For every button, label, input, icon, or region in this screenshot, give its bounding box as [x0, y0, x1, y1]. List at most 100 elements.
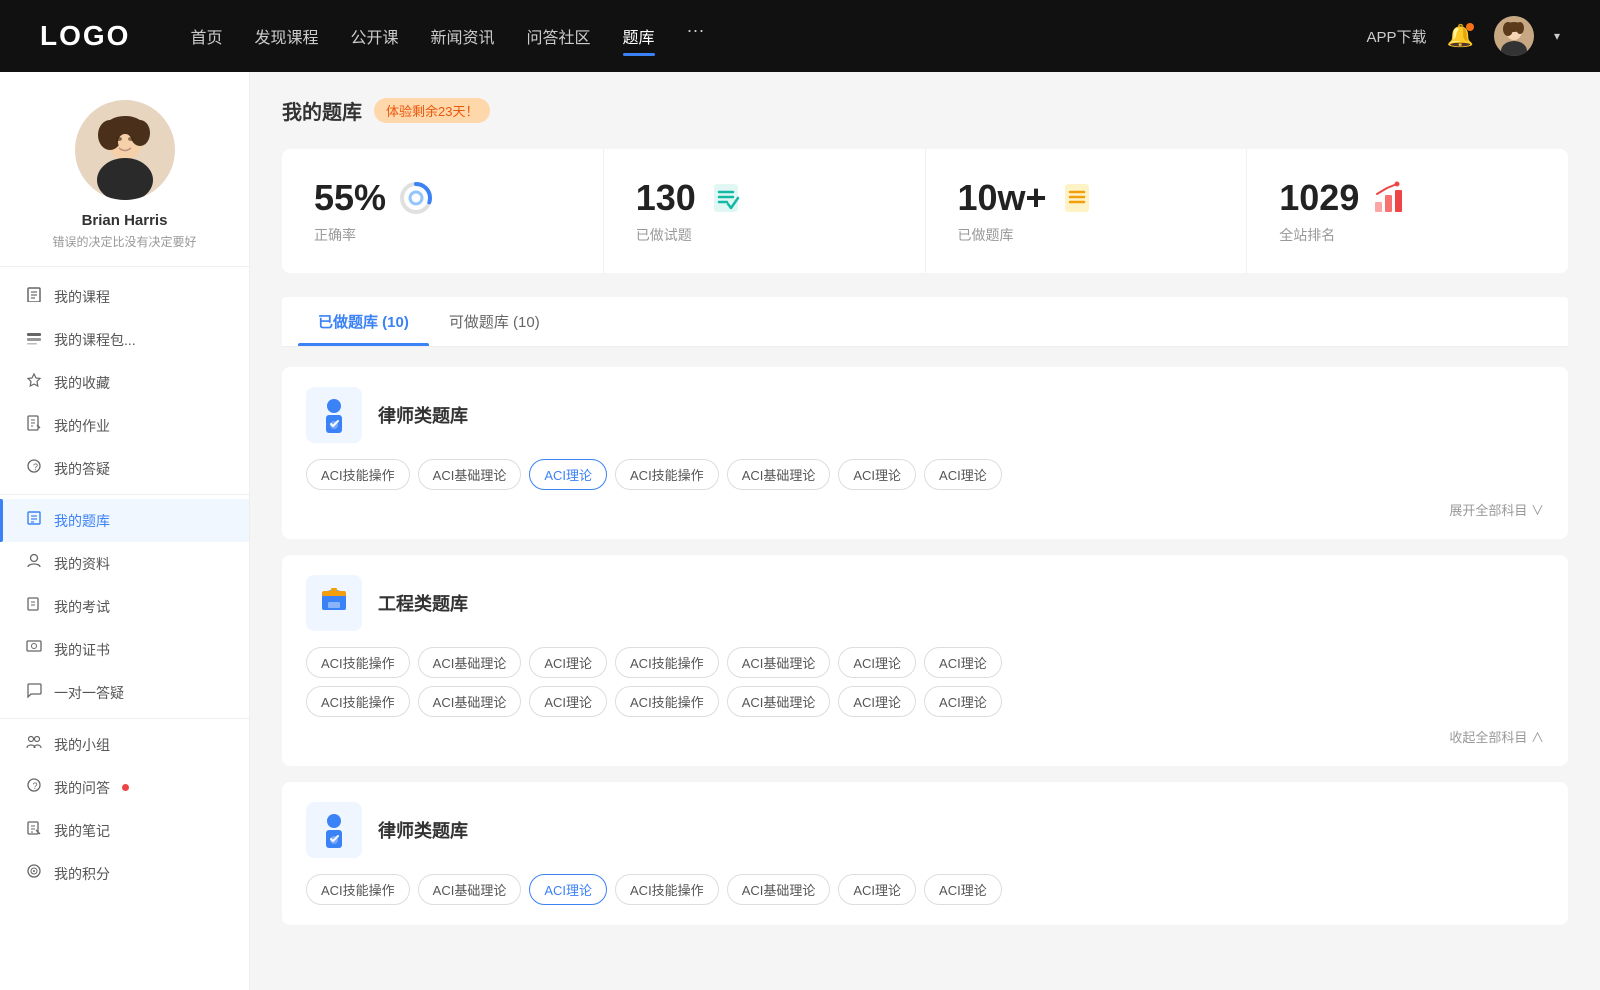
bank-tags-row2: ACI技能操作 ACI基础理论 ACI理论 ACI技能操作 ACI基础理论 AC… — [306, 686, 1544, 717]
sidebar-item-notes[interactable]: 我的笔记 — [0, 809, 249, 852]
bank-section-lawyer-2: 律师类题库 ACI技能操作 ACI基础理论 ACI理论 ACI技能操作 ACI基… — [282, 782, 1568, 925]
sidebar-item-profile[interactable]: 我的资料 — [0, 542, 249, 585]
sidebar-item-course-pkg[interactable]: 我的课程包... — [0, 318, 249, 361]
nav-app-download[interactable]: APP下载 — [1367, 26, 1427, 47]
sidebar-item-homework[interactable]: 我的作业 — [0, 404, 249, 447]
bank-tag[interactable]: ACI基础理论 — [418, 874, 522, 905]
main-content: 我的题库 体验剩余23天！ 55% 正确率 — [250, 72, 1600, 990]
bank-tag[interactable]: ACI理论 — [529, 647, 607, 678]
profile-motto: 错误的决定比没有决定要好 — [52, 233, 196, 250]
stat-done-banks-label: 已做题库 — [958, 225, 1215, 245]
nav-right: APP下载 🔔 ▾ — [1367, 16, 1560, 56]
bank-tag[interactable]: ACI理论 — [529, 686, 607, 717]
bank-tag[interactable]: ACI技能操作 — [306, 686, 410, 717]
sidebar-item-1on1[interactable]: 一对一答疑 — [0, 671, 249, 714]
stat-accuracy-label: 正确率 — [314, 225, 571, 245]
page-title: 我的题库 — [282, 96, 362, 125]
group-icon — [24, 734, 44, 755]
nav-avatar[interactable] — [1494, 16, 1534, 56]
questions-icon: ? — [24, 777, 44, 798]
bank-tag[interactable]: ACI理论 — [838, 874, 916, 905]
bank-tag[interactable]: ACI技能操作 — [306, 459, 410, 490]
exam-icon — [24, 596, 44, 617]
bank-tag[interactable]: ACI基础理论 — [418, 686, 522, 717]
sidebar-item-label: 我的题库 — [54, 511, 110, 531]
engineer-svg-icon — [314, 583, 354, 623]
sidebar-item-exam[interactable]: 我的考试 — [0, 585, 249, 628]
cert-icon — [24, 639, 44, 660]
bank-tags-row1: ACI技能操作 ACI基础理论 ACI理论 ACI技能操作 ACI基础理论 AC… — [306, 647, 1544, 678]
rank-icon — [1371, 180, 1407, 216]
favorites-icon — [24, 372, 44, 393]
sidebar-item-qa[interactable]: ? 我的答疑 — [0, 447, 249, 490]
sidebar-item-questions[interactable]: ? 我的问答 — [0, 766, 249, 809]
nav-bell-button[interactable]: 🔔 — [1447, 23, 1474, 49]
menu-divider — [0, 494, 249, 495]
menu-divider2 — [0, 718, 249, 719]
sidebar-item-favorites[interactable]: 我的收藏 — [0, 361, 249, 404]
sidebar-item-label: 我的考试 — [54, 597, 110, 617]
expand-link[interactable]: 展开全部科目 ∨ — [1449, 500, 1544, 519]
collapse-link[interactable]: 收起全部科目 ∧ — [1449, 727, 1544, 746]
stat-done-banks-value: 10w+ — [958, 177, 1047, 219]
nav-caret-icon[interactable]: ▾ — [1554, 29, 1560, 43]
nav-open-course[interactable]: 公开课 — [350, 20, 398, 52]
bank-tag[interactable]: ACI基础理论 — [727, 874, 831, 905]
bank-tag-active[interactable]: ACI理论 — [529, 459, 607, 490]
bank-tag[interactable]: ACI技能操作 — [615, 874, 719, 905]
stat-rank-value: 1029 — [1279, 177, 1359, 219]
stat-rank: 1029 全站排名 — [1247, 149, 1568, 273]
bank-header: 工程类题库 — [306, 575, 1544, 631]
bank-tag[interactable]: ACI技能操作 — [615, 686, 719, 717]
qa-icon: ? — [24, 458, 44, 479]
nav-home[interactable]: 首页 — [190, 20, 222, 52]
bank-tag[interactable]: ACI基础理论 — [727, 647, 831, 678]
stat-done-questions: 130 已做试题 — [604, 149, 926, 273]
points-icon — [24, 863, 44, 884]
sidebar-item-cert[interactable]: 我的证书 — [0, 628, 249, 671]
bank-tag[interactable]: ACI技能操作 — [615, 647, 719, 678]
homework-icon — [24, 415, 44, 436]
nav-news[interactable]: 新闻资讯 — [431, 20, 495, 52]
bank-title: 律师类题库 — [378, 402, 468, 428]
bank-tag[interactable]: ACI理论 — [838, 459, 916, 490]
bank-tag[interactable]: ACI理论 — [838, 647, 916, 678]
bank-tag[interactable]: ACI理论 — [838, 686, 916, 717]
tab-done[interactable]: 已做题库 (10) — [298, 297, 429, 346]
tab-available[interactable]: 可做题库 (10) — [429, 297, 560, 346]
bank-icon-lawyer2 — [306, 802, 362, 858]
bank-tag[interactable]: ACI理论 — [924, 459, 1002, 490]
sidebar-menu: 我的课程 我的课程包... 我的收藏 我的作业 — [0, 267, 249, 903]
nav-bank[interactable]: 题库 — [623, 20, 655, 52]
stat-done-banks: 10w+ 已做题库 — [926, 149, 1248, 273]
bank-tag[interactable]: ACI理论 — [924, 874, 1002, 905]
stat-top: 130 — [636, 177, 893, 219]
bank-tag[interactable]: ACI理论 — [924, 647, 1002, 678]
notes-icon — [24, 820, 44, 841]
sidebar-item-my-courses[interactable]: 我的课程 — [0, 275, 249, 318]
bank-title: 律师类题库 — [378, 817, 468, 843]
bank-tag[interactable]: ACI基础理论 — [727, 459, 831, 490]
stats-row: 55% 正确率 130 — [282, 149, 1568, 273]
bank-tag[interactable]: ACI技能操作 — [306, 647, 410, 678]
bank-tag-active[interactable]: ACI理论 — [529, 874, 607, 905]
profile-avatar — [75, 100, 175, 200]
bank-tag[interactable]: ACI基础理论 — [727, 686, 831, 717]
nav-qa[interactable]: 问答社区 — [527, 20, 591, 52]
sidebar-item-points[interactable]: 我的积分 — [0, 852, 249, 895]
bank-tag[interactable]: ACI理论 — [924, 686, 1002, 717]
svg-text:?: ? — [33, 781, 38, 791]
bank-icon-engineer — [306, 575, 362, 631]
bank-tag[interactable]: ACI基础理论 — [418, 459, 522, 490]
bank-icon — [24, 510, 44, 531]
nav-more[interactable]: ··· — [687, 20, 705, 52]
nav-discover[interactable]: 发现课程 — [254, 20, 318, 52]
bank-title: 工程类题库 — [378, 590, 468, 616]
sidebar-item-bank[interactable]: 我的题库 — [0, 499, 249, 542]
bank-tag[interactable]: ACI技能操作 — [615, 459, 719, 490]
bank-tag[interactable]: ACI技能操作 — [306, 874, 410, 905]
bank-tag[interactable]: ACI基础理论 — [418, 647, 522, 678]
bell-notification-dot — [1466, 23, 1474, 31]
sidebar-item-group[interactable]: 我的小组 — [0, 723, 249, 766]
bank-header: 律师类题库 — [306, 387, 1544, 443]
